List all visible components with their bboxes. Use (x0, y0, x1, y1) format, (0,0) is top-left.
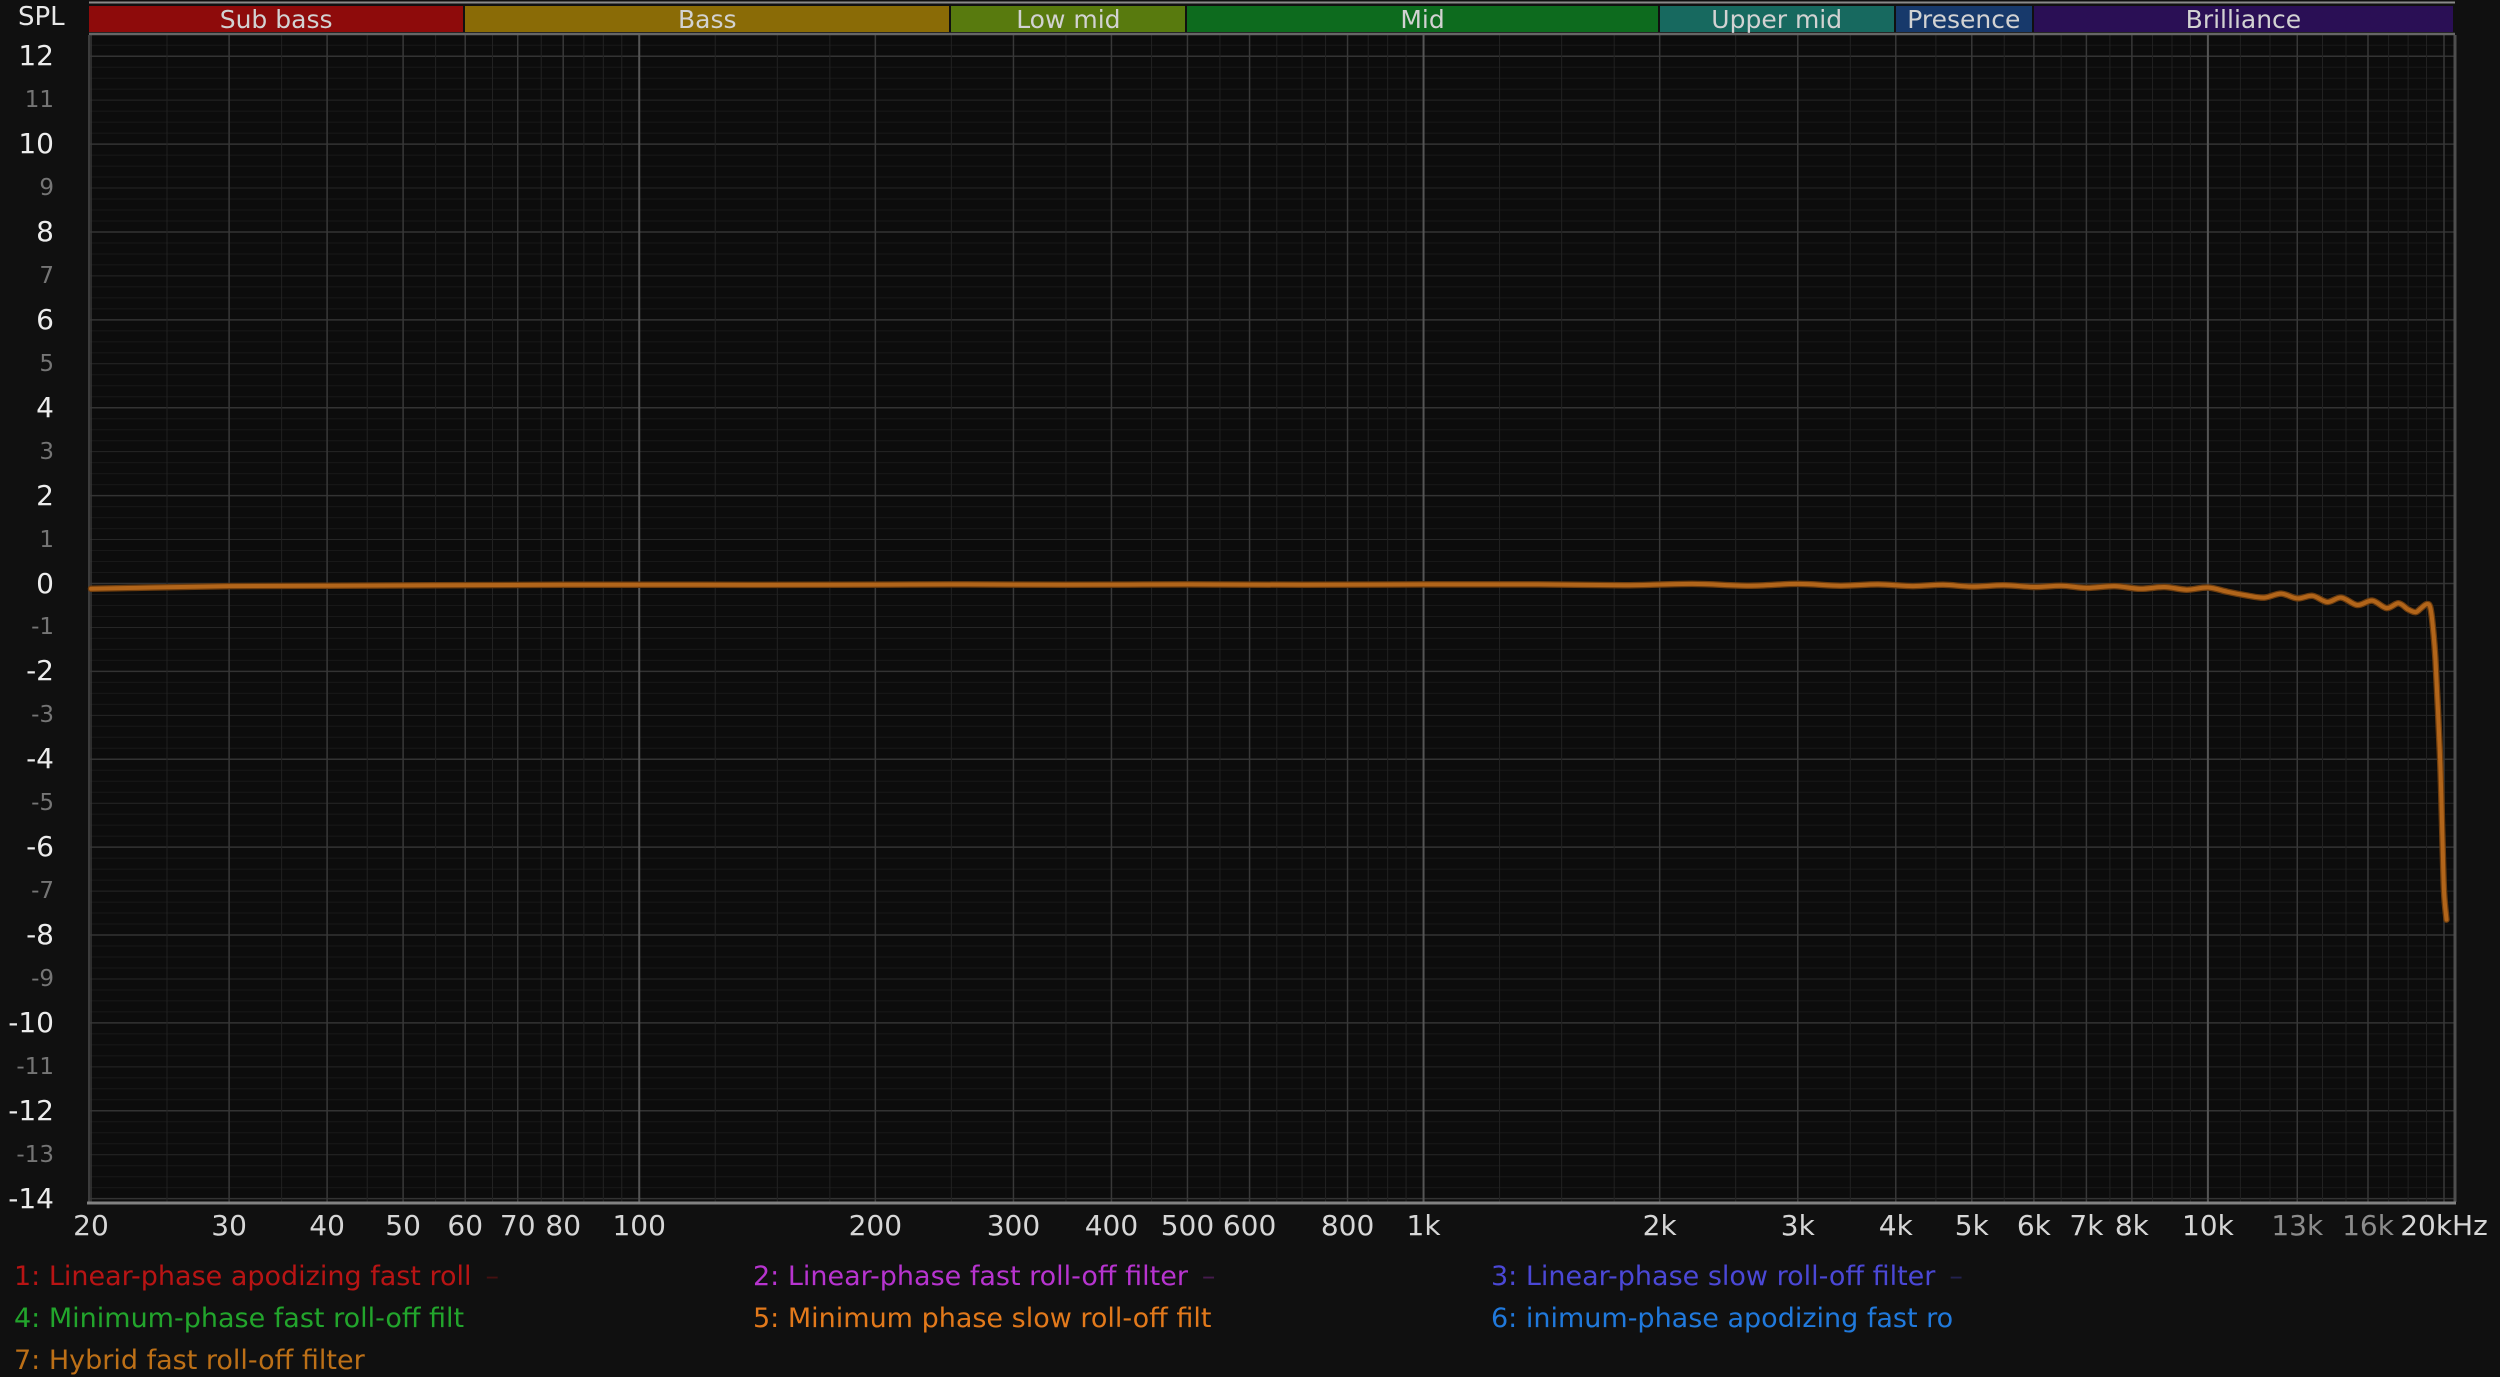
x-tick-50: 50 (385, 1208, 421, 1244)
y-tick--10: -10 (0, 1006, 54, 1040)
x-tick-2k: 2k (1643, 1208, 1677, 1244)
legend-trailing-dash: – (486, 1261, 500, 1292)
plot-canvas[interactable] (0, 0, 2500, 1377)
x-tick-4k: 4k (1879, 1208, 1913, 1244)
legend-trailing-dash: – (1202, 1261, 1216, 1292)
x-tick-500: 500 (1161, 1208, 1214, 1244)
x-tick-400: 400 (1085, 1208, 1138, 1244)
y-tick--11: -11 (0, 1050, 54, 1084)
x-tick-5k: 5k (1955, 1208, 1989, 1244)
y-tick--2: -2 (0, 654, 54, 688)
y-tick-3: 3 (0, 435, 54, 469)
x-tick-30: 30 (211, 1208, 247, 1244)
legend-entry-4[interactable]: 4: Minimum-phase fast roll-off filt (14, 1303, 464, 1334)
x-tick-7k: 7k (2069, 1208, 2103, 1244)
x-tick-200: 200 (849, 1208, 902, 1244)
legend-entry-7[interactable]: 7: Hybrid fast roll-off filter (14, 1345, 365, 1376)
frequency-response-plot: SPL Sub bassBassLow midMidUpper midPrese… (0, 0, 2500, 1377)
x-tick-1k: 1k (1407, 1208, 1441, 1244)
x-tick-8k: 8k (2115, 1208, 2149, 1244)
x-tick-800: 800 (1321, 1208, 1374, 1244)
legend-trailing-dash: – (1949, 1261, 1963, 1292)
x-tick-10k: 10k (2182, 1208, 2234, 1244)
legend-entry-2[interactable]: 2: Linear-phase fast roll-off filter– (753, 1261, 1215, 1292)
y-tick--4: -4 (0, 742, 54, 776)
y-tick-12: 12 (0, 39, 54, 73)
y-tick--3: -3 (0, 698, 54, 732)
x-tick-20kHz: 20kHz (2400, 1208, 2488, 1244)
x-tick-20: 20 (73, 1208, 109, 1244)
x-tick-60: 60 (447, 1208, 483, 1244)
y-tick--14: -14 (0, 1182, 54, 1216)
x-tick-13k: 13k (2271, 1208, 2323, 1244)
y-tick-11: 11 (0, 83, 54, 117)
x-tick-3k: 3k (1781, 1208, 1815, 1244)
y-tick--7: -7 (0, 874, 54, 908)
x-tick-80: 80 (545, 1208, 581, 1244)
x-tick-70: 70 (500, 1208, 536, 1244)
y-tick-4: 4 (0, 391, 54, 425)
y-tick--13: -13 (0, 1138, 54, 1172)
y-tick--9: -9 (0, 962, 54, 996)
x-tick-100: 100 (612, 1208, 665, 1244)
y-tick-6: 6 (0, 303, 54, 337)
x-tick-6k: 6k (2017, 1208, 2051, 1244)
x-tick-16k: 16k (2342, 1208, 2394, 1244)
legend-entry-1[interactable]: 1: Linear-phase apodizing fast roll– (14, 1261, 499, 1292)
x-tick-300: 300 (987, 1208, 1040, 1244)
y-tick-2: 2 (0, 479, 54, 513)
y-tick--1: -1 (0, 610, 54, 644)
y-tick--5: -5 (0, 786, 54, 820)
y-tick--12: -12 (0, 1094, 54, 1128)
legend-entry-3[interactable]: 3: Linear-phase slow roll-off filter– (1491, 1261, 1963, 1292)
y-tick-1: 1 (0, 523, 54, 557)
y-tick-5: 5 (0, 347, 54, 381)
y-tick-7: 7 (0, 259, 54, 293)
x-tick-40: 40 (309, 1208, 345, 1244)
y-tick-0: 0 (0, 567, 54, 601)
y-tick--8: -8 (0, 918, 54, 952)
x-tick-600: 600 (1223, 1208, 1276, 1244)
legend-entry-5[interactable]: 5: Minimum phase slow roll-off filt (753, 1303, 1211, 1334)
y-tick-8: 8 (0, 215, 54, 249)
y-tick-9: 9 (0, 171, 54, 205)
y-tick--6: -6 (0, 830, 54, 864)
legend-entry-6[interactable]: 6: inimum-phase apodizing fast ro (1491, 1303, 1953, 1334)
y-tick-10: 10 (0, 127, 54, 161)
